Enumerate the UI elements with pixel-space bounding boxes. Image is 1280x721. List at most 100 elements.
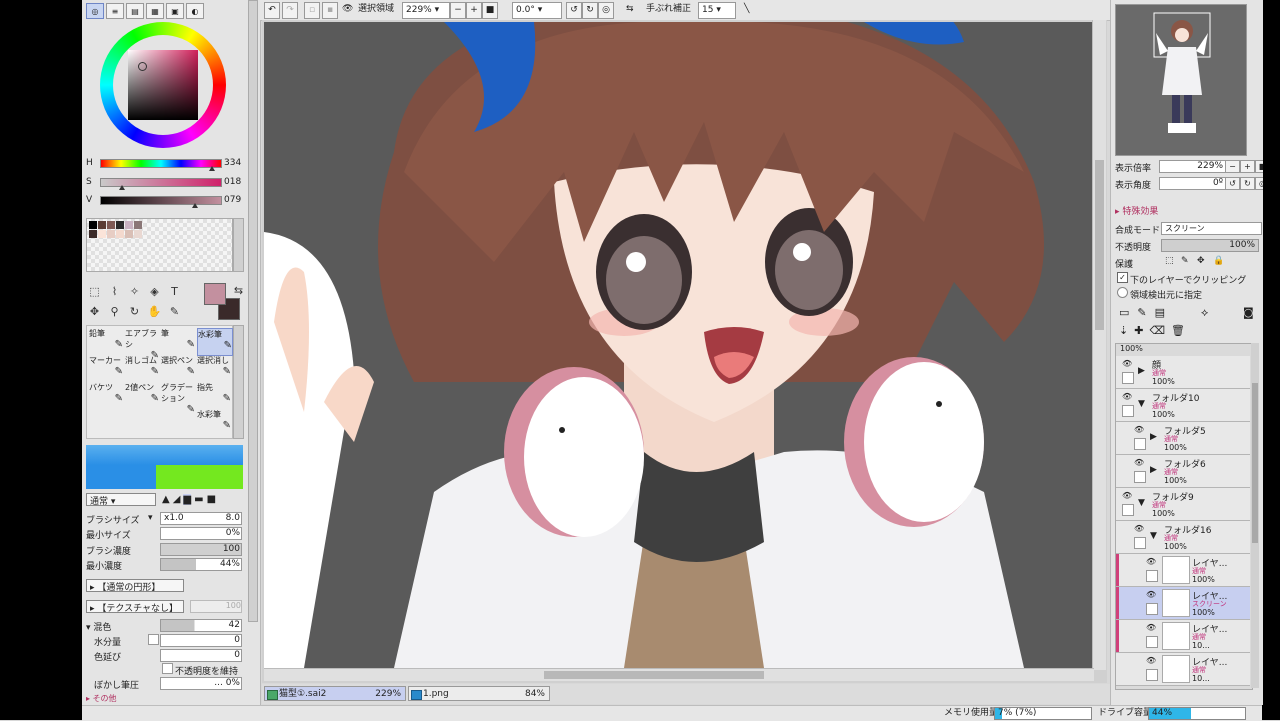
- eyedropper-icon[interactable]: ✎: [166, 303, 183, 319]
- stabilizer-field[interactable]: 15 ▾: [698, 2, 736, 19]
- layer-select-checkbox[interactable]: [1134, 537, 1146, 549]
- brush-slot[interactable]: 2値ペン ✎: [125, 382, 159, 408]
- visibility-eye-icon[interactable]: 👁: [1146, 656, 1157, 665]
- rotate-left-icon[interactable]: ↺: [566, 2, 582, 19]
- zoom-in-icon[interactable]: +: [466, 2, 482, 19]
- hue-slider-handle-icon[interactable]: [208, 166, 215, 171]
- hsv-slider-tab-icon[interactable]: ▤: [126, 3, 144, 19]
- zoom-reset-icon[interactable]: ■: [482, 2, 498, 19]
- visibility-eye-icon[interactable]: 👁: [1134, 524, 1145, 533]
- color-wheel-tab-icon[interactable]: ◎: [86, 3, 104, 19]
- rotate-reset-icon[interactable]: ◎: [598, 2, 614, 19]
- layer-select-checkbox[interactable]: [1146, 603, 1158, 615]
- effects-section[interactable]: ▸ 特殊効果: [1115, 204, 1158, 217]
- layer-row[interactable]: 👁 レイヤ... 通常 10...: [1116, 620, 1250, 653]
- color-swatch[interactable]: [134, 230, 142, 238]
- visibility-eye-icon[interactable]: 👁: [1122, 359, 1133, 368]
- color-swatch[interactable]: [125, 221, 133, 229]
- clipping-checkbox[interactable]: ✓: [1117, 272, 1128, 283]
- color-swatch[interactable]: [107, 230, 115, 238]
- magic-wand-icon[interactable]: ✧: [126, 283, 143, 299]
- tip-soft-icon[interactable]: ▆: [183, 494, 192, 505]
- protect-brush-icon[interactable]: ✎: [1181, 256, 1189, 266]
- scratchpad-tab-icon[interactable]: ▣: [166, 3, 184, 19]
- layer-row[interactable]: 👁 レイヤ... 通常 10...: [1116, 653, 1250, 686]
- canvas-horizontal-scrollbar[interactable]: [264, 668, 1094, 681]
- rotate-icon[interactable]: ↻: [126, 303, 143, 319]
- water-row[interactable]: 水分量 0: [86, 634, 256, 648]
- brush-slot[interactable]: バケツ ✎: [89, 382, 123, 408]
- layer-folder-row[interactable]: 👁 ▶ 顔通常 100%: [1116, 356, 1250, 389]
- color-swatch[interactable]: [116, 221, 124, 229]
- protect-lock-icon[interactable]: 🔒: [1213, 256, 1224, 266]
- hand-icon[interactable]: ✋: [146, 303, 163, 319]
- drawing-canvas[interactable]: [264, 22, 1092, 668]
- left-panel-scrollbar[interactable]: [248, 0, 258, 622]
- keep-opacity-row[interactable]: 不透明度を維持: [86, 663, 256, 677]
- saturation-slider-handle-icon[interactable]: [118, 185, 125, 190]
- layer-select-checkbox[interactable]: [1134, 471, 1146, 483]
- blend-mode-select[interactable]: 通常 ▾: [86, 493, 156, 507]
- artwork-illustration[interactable]: [264, 22, 1092, 668]
- layer-folder-row[interactable]: 👁 ▼ フォルダ9 通常 100%: [1116, 488, 1250, 521]
- color-extend-field[interactable]: [160, 649, 242, 662]
- color-extend-row[interactable]: 色延び 0: [86, 649, 256, 663]
- hue-slider[interactable]: H 334: [86, 157, 256, 171]
- visibility-eye-icon[interactable]: 👁: [1134, 458, 1145, 467]
- folder-expanded-icon[interactable]: ▼: [1150, 531, 1157, 541]
- saturation-value-square[interactable]: [128, 50, 198, 120]
- swatch-scrollbar[interactable]: [233, 218, 244, 272]
- water-checkbox[interactable]: [148, 634, 159, 645]
- keep-opacity-checkbox[interactable]: [162, 663, 173, 674]
- color-swatch[interactable]: [116, 230, 124, 238]
- view-zoom-reset-icon[interactable]: ■: [1255, 160, 1263, 173]
- layer-row[interactable]: 👁 レイヤ... 通常 100%: [1116, 554, 1250, 587]
- brush-size-row[interactable]: ブラシサイズ ▾ x1.0 8.0: [86, 512, 256, 526]
- brush-slot[interactable]: 水彩筆 ✎: [197, 409, 231, 435]
- mask-icon[interactable]: ⟡: [1201, 306, 1208, 320]
- lasso-icon[interactable]: ⌇: [106, 283, 123, 299]
- tip-round-icon[interactable]: ◢: [173, 494, 181, 505]
- move-icon[interactable]: ✥: [86, 303, 103, 319]
- layer-list-scrollbar[interactable]: [1251, 343, 1259, 688]
- brush-slot[interactable]: マーカー ✎: [89, 355, 123, 381]
- primary-color-swatch[interactable]: [204, 283, 226, 305]
- value-track[interactable]: [100, 196, 222, 205]
- layer-select-checkbox[interactable]: [1134, 438, 1146, 450]
- visibility-eye-icon[interactable]: 👁: [1122, 392, 1133, 401]
- clear-layer-icon[interactable]: ⌫: [1149, 324, 1165, 337]
- brush-slot[interactable]: 筆 ✎: [161, 328, 195, 354]
- color-swatch[interactable]: [134, 221, 142, 229]
- rgb-slider-tab-icon[interactable]: ≡: [106, 3, 124, 19]
- view-rotate-left-icon[interactable]: ↺: [1225, 177, 1240, 190]
- deselect-icon[interactable]: ▫: [304, 2, 320, 19]
- swatch-tab-icon[interactable]: ▦: [146, 3, 164, 19]
- brush-slot[interactable]: 鉛筆 ✎: [89, 328, 123, 354]
- view-rotate-right-icon[interactable]: ↻: [1240, 177, 1255, 190]
- rotate-right-icon[interactable]: ↻: [582, 2, 598, 19]
- new-linework-icon[interactable]: ✎: [1137, 306, 1146, 319]
- zoom-out-icon[interactable]: −: [450, 2, 466, 19]
- transfer-down-icon[interactable]: ⇣: [1119, 324, 1128, 337]
- density-row[interactable]: ブラシ濃度 100: [86, 543, 256, 557]
- undo-icon[interactable]: ↶: [264, 2, 280, 19]
- visibility-eye-icon[interactable]: 👁: [1134, 425, 1145, 434]
- text-tool-icon[interactable]: T: [166, 283, 183, 299]
- vertical-scroll-thumb[interactable]: [1095, 160, 1104, 330]
- brush-slot[interactable]: [125, 409, 159, 435]
- color-swatch[interactable]: [89, 230, 97, 238]
- folder-expanded-icon[interactable]: ▼: [1138, 498, 1145, 508]
- layer-blend-row[interactable]: 合成モード スクリーン: [1115, 222, 1262, 236]
- layer-blend-select[interactable]: スクリーン: [1161, 222, 1262, 235]
- color-swatch[interactable]: [125, 230, 133, 238]
- angle-field[interactable]: 0.0° ▾: [512, 2, 562, 19]
- doc-tab-1[interactable]: 1.png 84%: [408, 686, 550, 701]
- bucket-fill-icon[interactable]: ◈: [146, 283, 163, 299]
- redo-icon[interactable]: ↷: [282, 2, 298, 19]
- color-swatch[interactable]: [98, 230, 106, 238]
- min-density-row[interactable]: 最小濃度 44%: [86, 558, 256, 572]
- layer-folder-row[interactable]: 👁 ▼ フォルダ10 通常 100%: [1116, 389, 1250, 422]
- delete-layer-icon[interactable]: 🗑: [1171, 324, 1185, 337]
- layer-mask-icon[interactable]: ◙: [1243, 306, 1254, 319]
- brush-slot[interactable]: 水彩筆 ✎: [197, 328, 233, 356]
